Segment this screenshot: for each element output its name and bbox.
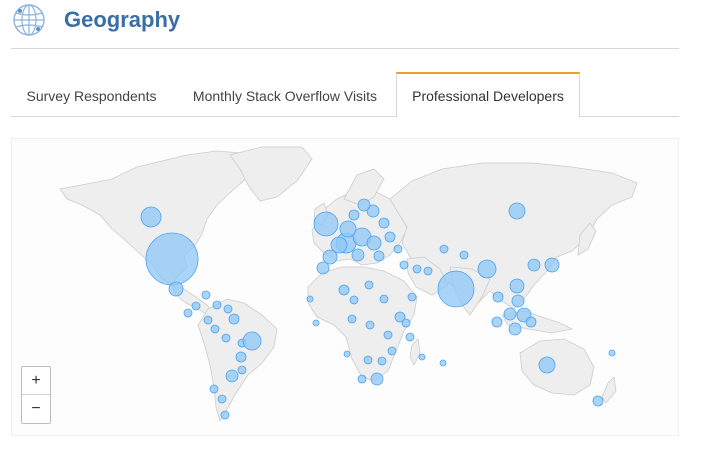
map-bubble[interactable] bbox=[357, 198, 371, 212]
map-bubble[interactable] bbox=[316, 261, 330, 275]
map-bubble[interactable] bbox=[183, 308, 193, 318]
map-bubble[interactable] bbox=[191, 301, 201, 311]
map-bubble[interactable] bbox=[525, 316, 537, 328]
map-bubble[interactable] bbox=[366, 235, 382, 251]
map-bubble[interactable] bbox=[313, 211, 339, 237]
map-bubble[interactable] bbox=[373, 250, 385, 262]
map-bubble[interactable] bbox=[491, 316, 503, 328]
map-bubble[interactable] bbox=[339, 220, 357, 238]
map-bubble[interactable] bbox=[349, 295, 359, 305]
map-bubble[interactable] bbox=[365, 320, 375, 330]
map-bubble[interactable] bbox=[217, 394, 227, 404]
map-bubble[interactable] bbox=[322, 249, 338, 265]
map-bubble[interactable] bbox=[306, 295, 314, 303]
land-masses bbox=[59, 146, 638, 422]
map-bubble[interactable] bbox=[492, 291, 504, 303]
map-bubble[interactable] bbox=[437, 270, 475, 308]
map-bubble[interactable] bbox=[477, 259, 497, 279]
map-bubble[interactable] bbox=[364, 280, 374, 290]
header-divider bbox=[11, 48, 679, 49]
map-bubble[interactable] bbox=[312, 319, 320, 327]
map-bubble[interactable] bbox=[209, 384, 219, 394]
map-bubble[interactable] bbox=[145, 232, 199, 286]
map-bubble[interactable] bbox=[357, 374, 367, 384]
map-bubble[interactable] bbox=[212, 300, 222, 310]
globe-icon bbox=[11, 2, 47, 38]
map-bubble[interactable] bbox=[221, 333, 231, 343]
map-bubble[interactable] bbox=[538, 356, 556, 374]
map-bubble[interactable] bbox=[387, 346, 397, 356]
tab-professional-developers[interactable]: Professional Developers bbox=[396, 72, 580, 118]
map-bubble[interactable] bbox=[509, 278, 525, 294]
map-bubble[interactable] bbox=[343, 350, 351, 358]
map-bubble[interactable] bbox=[225, 369, 239, 383]
map-bubble[interactable] bbox=[508, 322, 522, 336]
land-africa bbox=[307, 266, 418, 382]
map-bubble[interactable] bbox=[412, 264, 422, 274]
map-bubble[interactable] bbox=[407, 292, 417, 302]
world-map[interactable]: + − bbox=[11, 138, 679, 436]
land-australia bbox=[519, 338, 595, 396]
map-bubble[interactable] bbox=[401, 318, 411, 328]
land-new-zealand bbox=[601, 376, 617, 404]
map-bubble[interactable] bbox=[237, 365, 247, 375]
tab-bar: Survey Respondents Monthly Stack Overflo… bbox=[11, 72, 679, 118]
map-bubble[interactable] bbox=[377, 356, 387, 366]
map-bubble[interactable] bbox=[418, 353, 426, 361]
map-bubble[interactable] bbox=[220, 410, 230, 420]
map-bubble[interactable] bbox=[508, 202, 526, 220]
map-bubble[interactable] bbox=[379, 294, 389, 304]
zoom-in-button[interactable]: + bbox=[22, 367, 50, 395]
zoom-out-button[interactable]: − bbox=[22, 395, 50, 422]
map-bubble[interactable] bbox=[203, 315, 213, 325]
map-bubble[interactable] bbox=[378, 217, 390, 229]
map-bubble[interactable] bbox=[423, 266, 433, 276]
map-bubble[interactable] bbox=[527, 258, 541, 272]
map-bubble[interactable] bbox=[439, 359, 447, 367]
map-bubble[interactable] bbox=[347, 314, 357, 324]
header: Geography bbox=[0, 0, 702, 48]
map-bubble[interactable] bbox=[383, 330, 393, 340]
map-bubble[interactable] bbox=[348, 209, 360, 221]
map-bubble[interactable] bbox=[503, 307, 517, 321]
map-bubble[interactable] bbox=[592, 395, 604, 407]
map-bubble[interactable] bbox=[228, 313, 240, 325]
map-bubble[interactable] bbox=[439, 244, 449, 254]
map-bubble[interactable] bbox=[459, 250, 469, 260]
map-bubble[interactable] bbox=[168, 281, 184, 297]
map-bubble[interactable] bbox=[384, 231, 396, 243]
map-bubble[interactable] bbox=[338, 284, 350, 296]
map-bubble[interactable] bbox=[405, 332, 415, 342]
map-bubble[interactable] bbox=[370, 372, 384, 386]
tab-survey-respondents[interactable]: Survey Respondents bbox=[11, 73, 172, 116]
world-map-svg bbox=[59, 146, 638, 422]
map-bubble[interactable] bbox=[351, 248, 365, 262]
map-bubble[interactable] bbox=[393, 244, 403, 254]
land-madagascar bbox=[409, 338, 421, 366]
map-bubble[interactable] bbox=[608, 349, 616, 357]
map-bubble[interactable] bbox=[210, 324, 220, 334]
map-bubble[interactable] bbox=[363, 355, 373, 365]
map-bubble[interactable] bbox=[544, 257, 560, 273]
tab-monthly-visits[interactable]: Monthly Stack Overflow Visits bbox=[181, 73, 389, 116]
map-bubble[interactable] bbox=[223, 304, 233, 314]
map-bubble[interactable] bbox=[242, 331, 262, 351]
page-title: Geography bbox=[64, 7, 181, 32]
map-bubble[interactable] bbox=[235, 351, 247, 363]
land-greenland bbox=[229, 146, 313, 202]
map-bubble[interactable] bbox=[511, 294, 525, 308]
zoom-control: + − bbox=[21, 366, 51, 424]
map-bubble[interactable] bbox=[201, 290, 211, 300]
map-bubble[interactable] bbox=[399, 260, 409, 270]
map-bubble[interactable] bbox=[140, 206, 162, 228]
